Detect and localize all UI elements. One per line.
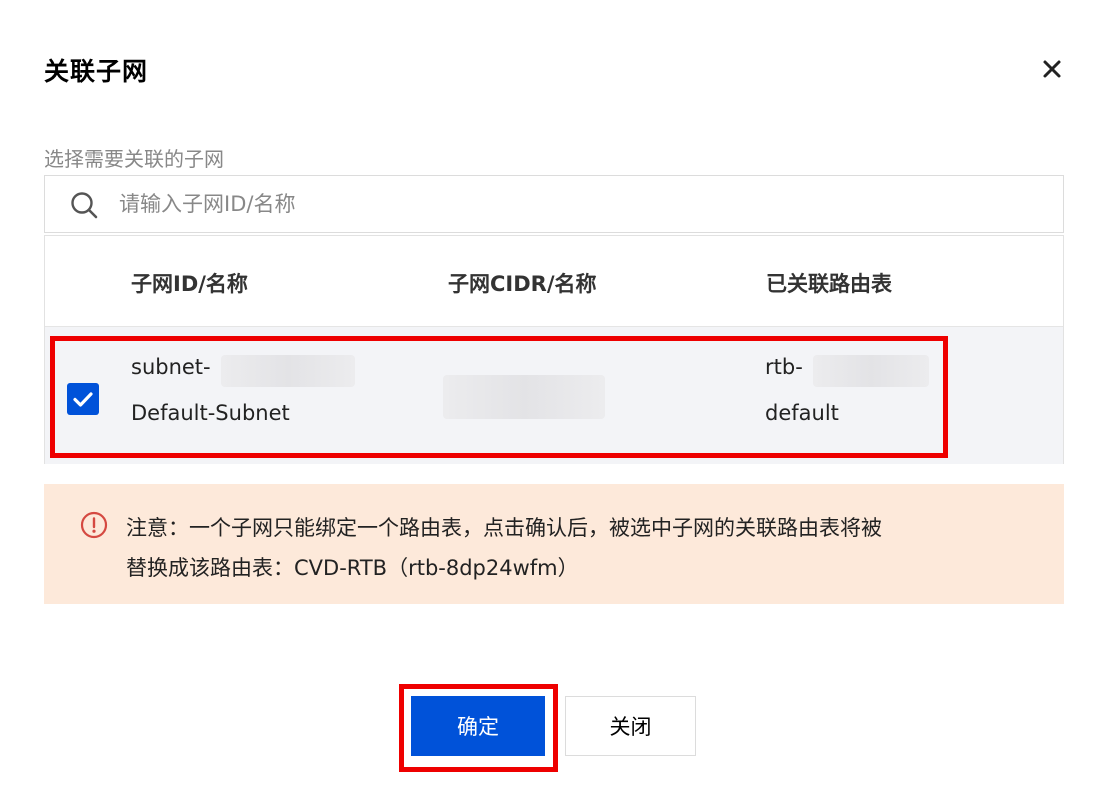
subnet-name: Default-Subnet [131,401,290,425]
check-icon [73,392,93,407]
table-header: 子网ID/名称 子网CIDR/名称 已关联路由表 [45,236,1063,326]
table-row[interactable]: subnet- Default-Subnet rtb- default [45,326,1063,464]
subnet-table: 子网ID/名称 子网CIDR/名称 已关联路由表 subnet- Default… [44,235,1064,464]
search-input[interactable] [119,186,1039,222]
notice-box: 注意：一个子网只能绑定一个路由表，点击确认后，被选中子网的关联路由表将被 替换成… [44,484,1064,604]
column-header-route-table: 已关联路由表 [766,272,892,296]
notice-text: 注意：一个子网只能绑定一个路由表，点击确认后，被选中子网的关联路由表将被 替换成… [126,508,1026,588]
route-table-id: rtb- [765,355,803,379]
route-table-name: default [765,401,839,425]
redacted-cidr [443,375,605,419]
associate-subnet-dialog: 关联子网 选择需要关联的子网 子网ID/名称 子网CIDR/名称 已关联路由表 [0,0,1104,798]
confirm-button[interactable]: 确定 [411,696,545,756]
column-header-subnet: 子网ID/名称 [131,272,248,296]
section-label: 选择需要关联的子网 [44,147,224,171]
dialog-title: 关联子网 [44,57,149,86]
column-header-cidr: 子网CIDR/名称 [448,272,597,296]
redacted-route-table-id [813,355,929,387]
redacted-subnet-id [221,355,355,387]
notice-line-2: 替换成该路由表：CVD-RTB（rtb-8dp24wfm） [126,556,579,580]
warning-circle-icon [80,511,108,539]
close-icon[interactable] [1036,53,1068,85]
subnet-id: subnet- [131,355,211,379]
search-icon [69,190,99,220]
row-checkbox[interactable] [67,383,99,415]
notice-line-1: 注意：一个子网只能绑定一个路由表，点击确认后，被选中子网的关联路由表将被 [126,516,882,540]
close-button[interactable]: 关闭 [565,696,696,756]
search-box[interactable] [44,175,1064,233]
